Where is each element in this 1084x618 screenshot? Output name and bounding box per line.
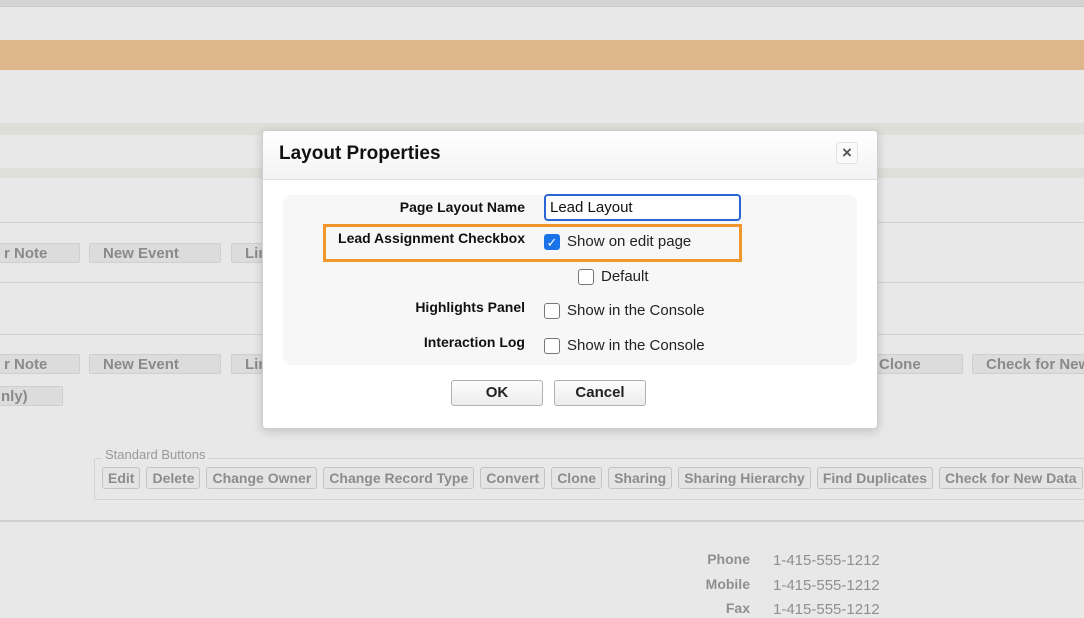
mobile-label: Mobile [705, 576, 750, 592]
default-checkbox[interactable] [578, 268, 594, 285]
standard-buttons-row: Edit Delete Change Owner Change Record T… [102, 467, 1084, 489]
cancel-button[interactable]: Cancel [554, 380, 646, 406]
new-note-button[interactable]: r Note [0, 243, 80, 263]
ok-button[interactable]: OK [451, 380, 543, 406]
sharing-hierarchy-button[interactable]: Sharing Hierarchy [678, 467, 811, 489]
highlights-panel-label: Highlights Panel [415, 299, 525, 315]
top-border [0, 0, 1084, 7]
fax-label: Fax [725, 600, 750, 616]
new-event-button[interactable]: New Event [89, 243, 221, 263]
highlights-console-option[interactable]: Show in the Console [544, 302, 705, 319]
highlights-console-text: Show in the Console [567, 302, 705, 319]
check-for-new-button[interactable]: Check for New [972, 354, 1084, 374]
show-on-edit-page-text: Show on edit page [567, 233, 692, 250]
highlights-console-checkbox[interactable] [544, 302, 560, 319]
fax-value: 1-415-555-1212 [773, 601, 880, 618]
interaction-console-option[interactable]: Show in the Console [544, 337, 705, 354]
lead-assignment-checkbox-label: Lead Assignment Checkbox [338, 230, 525, 246]
phone-value: 1-415-555-1212 [773, 552, 880, 569]
interaction-console-checkbox[interactable] [544, 337, 560, 354]
find-duplicates-button[interactable]: Find Duplicates [816, 467, 934, 489]
new-event-button[interactable]: New Event [89, 354, 221, 374]
show-on-edit-page-checkbox[interactable]: ✓ [544, 233, 560, 250]
new-note-button[interactable]: r Note [0, 354, 80, 374]
divider [0, 520, 1084, 522]
layout-properties-dialog: Layout Properties × Page Layout Name Lea… [262, 130, 878, 429]
header-bar [0, 40, 1084, 70]
page-layout-name-input[interactable] [544, 194, 741, 221]
dialog-title: Layout Properties [279, 143, 441, 164]
default-text: Default [601, 268, 649, 285]
default-option[interactable]: Default [578, 268, 649, 285]
convert-button[interactable]: Convert [480, 467, 546, 489]
clone-button[interactable]: Clone [865, 354, 963, 374]
edit-button[interactable]: Edit [102, 467, 141, 489]
delete-button[interactable]: Delete [146, 467, 201, 489]
sharing-button[interactable]: Sharing [608, 467, 673, 489]
change-record-type-button[interactable]: Change Record Type [323, 467, 475, 489]
standard-buttons-legend: Standard Buttons [102, 447, 209, 462]
close-icon[interactable]: × [836, 142, 858, 164]
change-owner-button[interactable]: Change Owner [206, 467, 318, 489]
check-for-new-data-button[interactable]: Check for New Data [939, 467, 1083, 489]
page-layout-name-label: Page Layout Name [399, 199, 525, 215]
dialog-header: Layout Properties × [263, 131, 877, 180]
show-on-edit-page-option[interactable]: ✓ Show on edit page [544, 233, 691, 250]
mobile-value: 1-415-555-1212 [773, 577, 880, 594]
clone-button[interactable]: Clone [551, 467, 603, 489]
interaction-console-text: Show in the Console [567, 337, 705, 354]
interaction-log-label: Interaction Log [423, 334, 525, 350]
read-only-button[interactable]: nly) [0, 386, 63, 406]
phone-label: Phone [707, 551, 750, 567]
